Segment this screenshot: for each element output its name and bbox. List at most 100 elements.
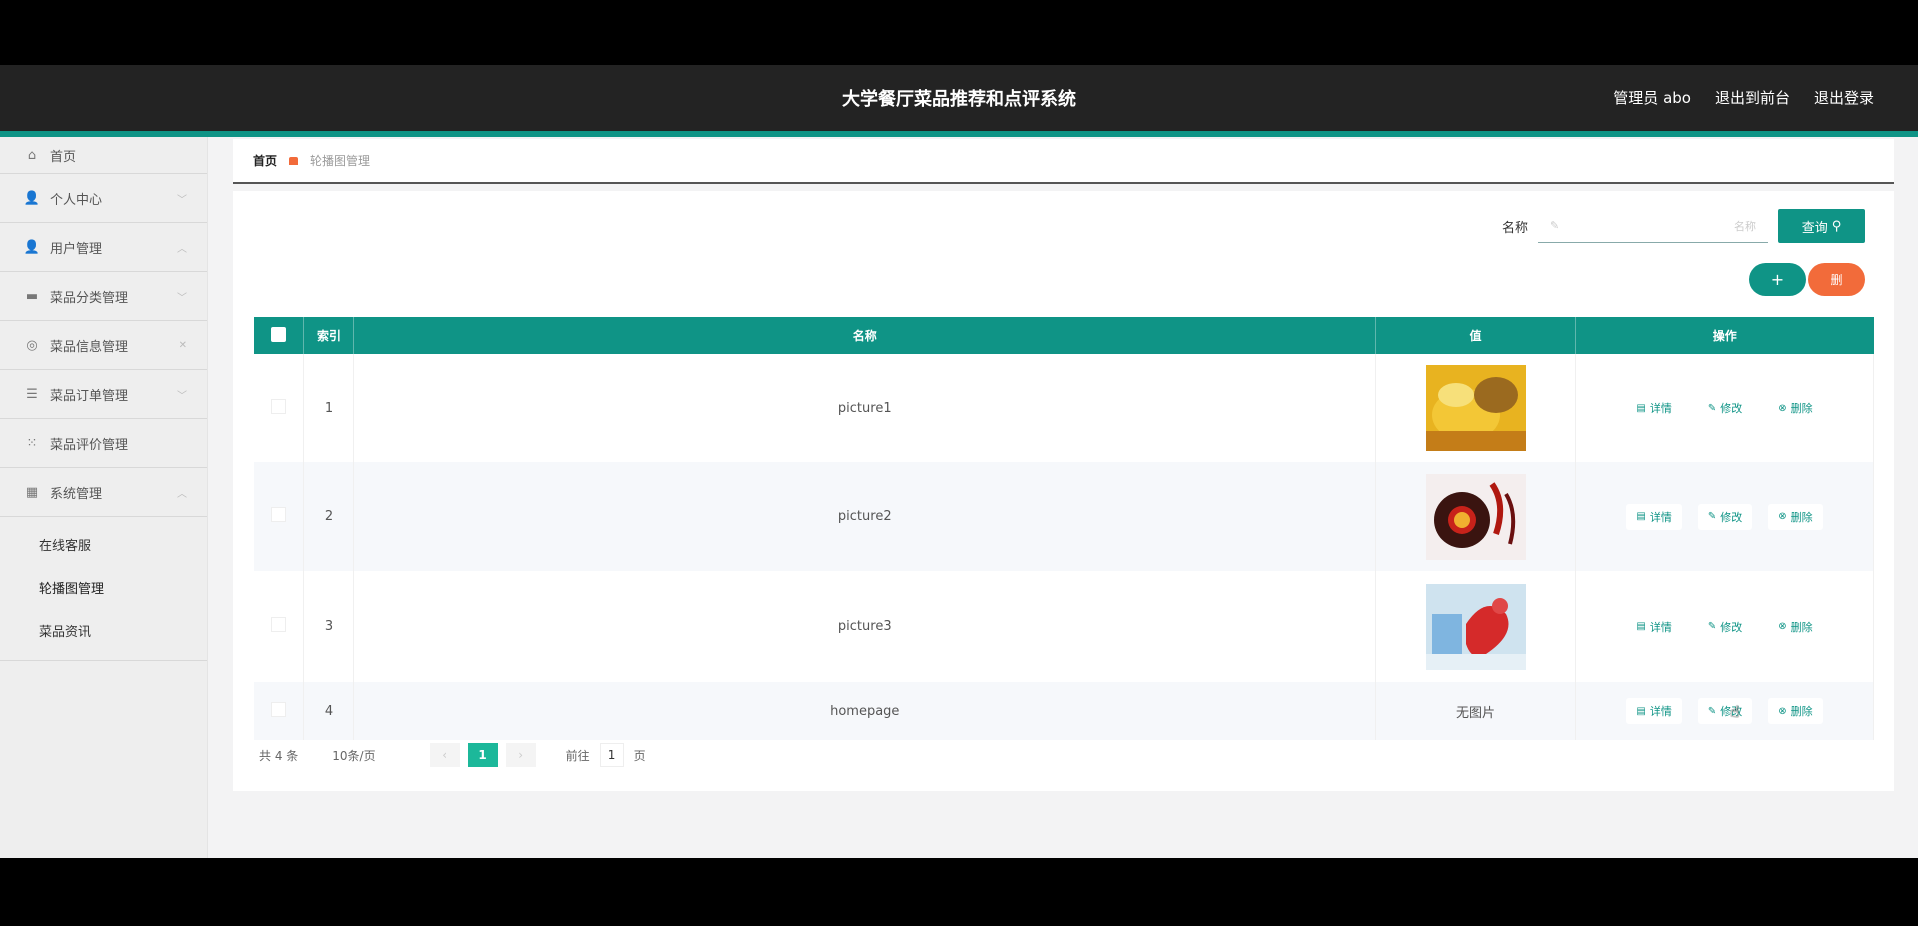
row-name: picture2 xyxy=(353,462,1377,571)
edit-button[interactable]: ✎ 修改 xyxy=(1697,698,1753,724)
data-table: 索引 名称 值 操作 1 picture1 ▤ 详情 ✎ 修改 ⊗ 删除 2 p… xyxy=(254,317,1874,740)
remove-button[interactable]: ⊗ 删除 xyxy=(1768,698,1823,724)
row-checkbox[interactable] xyxy=(271,617,287,632)
edit-button[interactable]: ✎ 修改 xyxy=(1697,613,1753,640)
remove-button[interactable]: ⊗ 删除 xyxy=(1768,395,1823,421)
search-button[interactable]: 查询 ⚲ xyxy=(1778,209,1865,243)
row-checkbox-cell xyxy=(254,354,305,462)
column-header-actions: 操作 xyxy=(1712,329,1737,343)
detail-label: 详情 xyxy=(1649,620,1672,634)
detail-button[interactable]: ▤ 详情 xyxy=(1626,613,1682,640)
exit-to-front-link[interactable]: 退出到前台 xyxy=(1715,87,1790,108)
sidebar-item-label: 首页 xyxy=(50,149,77,165)
sidebar-item-reviews[interactable]: ⁙ 菜品评价管理 xyxy=(0,419,207,468)
row-checkbox[interactable] xyxy=(271,398,287,414)
column-header-name: 名称 xyxy=(353,317,1377,354)
logout-link[interactable]: 退出登录 xyxy=(1814,87,1874,108)
column-header-index: 索引 xyxy=(303,317,355,354)
remove-label: 删除 xyxy=(1790,402,1813,415)
content-panel: 名称 ✎ 名称 查询 ⚲ + 删 索引 名称 值 操作 1 picture1 ▤… xyxy=(233,191,1894,791)
row-name: picture1 xyxy=(353,354,1377,462)
row-checkbox[interactable] xyxy=(271,701,287,717)
top-header: 大学餐厅菜品推荐和点评系统 管理员 abo 退出到前台 退出登录 xyxy=(0,65,1918,131)
row-checkbox[interactable] xyxy=(271,507,287,522)
sidebar-item-label: 菜品分类管理 xyxy=(50,290,129,306)
pencil-icon: ✎ xyxy=(1707,705,1717,717)
page-unit-label: 页 xyxy=(633,748,646,763)
edit-button[interactable]: ✎ 修改 xyxy=(1697,503,1753,530)
doc-icon: ▤ xyxy=(1636,621,1646,632)
main-area: 首页 轮播图管理 名称 ✎ 名称 查询 ⚲ + 删 索引 名称 值 操作 1 p… xyxy=(233,139,1894,858)
chevron-up-icon: ︿ xyxy=(177,488,187,500)
search-icon: ⚲ xyxy=(1831,218,1842,234)
sidebar-item-carousel[interactable]: 轮播图管理 xyxy=(0,566,207,609)
admin-user-label[interactable]: 管理员 abo xyxy=(1613,87,1691,108)
system-submenu: 在线客服 轮播图管理 菜品资讯 xyxy=(0,517,207,661)
row-name: homepage xyxy=(353,682,1377,740)
sidebar-item-orders[interactable]: ☰ 菜品订单管理 ﹀ xyxy=(0,370,207,419)
breadcrumb: 首页 轮播图管理 xyxy=(233,139,1894,184)
row-index: 2 xyxy=(303,462,355,571)
close-icon: ✕ xyxy=(178,339,187,351)
chevron-down-icon: ﹀ xyxy=(177,194,187,206)
sidebar-item-home[interactable]: ⌂ 首页 xyxy=(0,137,207,174)
prev-page-button[interactable]: ‹ xyxy=(429,743,460,767)
pencil-icon: ✎ xyxy=(1707,511,1717,522)
row-actions-cell: ▤ 详情 ✎ 修改 ⊗ 删除 xyxy=(1575,682,1874,740)
detail-button[interactable]: ▤ 详情 xyxy=(1626,395,1682,421)
pencil-icon: ✎ xyxy=(1707,402,1717,414)
sidebar-item-dish-info[interactable]: ◎ 菜品信息管理 ✕ xyxy=(0,321,207,370)
chevron-down-icon: ﹀ xyxy=(177,292,187,304)
trash-icon: ⊗ xyxy=(1778,402,1787,414)
sidebar-item-profile[interactable]: 👤 个人中心 ﹀ xyxy=(0,174,207,223)
sidebar-item-label: 用户管理 xyxy=(50,241,103,257)
dish-image-blue xyxy=(1425,583,1526,670)
table-row: 4 homepage 无图片 ▤ 详情 ✎ 修改 ⊗ 删除 xyxy=(254,682,1874,740)
goto-page-input[interactable]: 1 xyxy=(599,743,624,767)
table-row: 1 picture1 ▤ 详情 ✎ 修改 ⊗ 删除 xyxy=(254,354,1874,462)
breadcrumb-home[interactable]: 首页 xyxy=(253,152,277,169)
pencil-icon: ✎ xyxy=(1707,621,1717,632)
remove-button[interactable]: ⊗ 删除 xyxy=(1768,613,1823,640)
chevron-down-icon: ﹀ xyxy=(177,390,187,402)
detail-button[interactable]: ▤ 详情 xyxy=(1626,503,1682,530)
sidebar-item-users[interactable]: 👤 用户管理 ︿ xyxy=(0,223,207,272)
search-input[interactable]: ✎ 名称 xyxy=(1538,209,1768,243)
row-index: 4 xyxy=(303,682,355,740)
select-all-checkbox[interactable] xyxy=(271,326,287,342)
remove-button[interactable]: ⊗ 删除 xyxy=(1768,503,1823,530)
next-page-button[interactable]: › xyxy=(505,743,536,767)
sidebar-item-system[interactable]: ▦ 系统管理 ︿ xyxy=(0,468,207,517)
edit-icon: ✎ xyxy=(1550,219,1560,232)
sidebar-item-label: 菜品信息管理 xyxy=(50,339,129,355)
breadcrumb-current: 轮播图管理 xyxy=(310,154,371,168)
add-button[interactable]: + xyxy=(1749,263,1806,296)
page-number-button[interactable]: 1 xyxy=(467,743,498,767)
sidebar-item-news[interactable]: 菜品资讯 xyxy=(0,609,207,652)
dish-image-yellow xyxy=(1425,365,1526,451)
list-icon: ☰ xyxy=(26,386,38,402)
page-size-select[interactable]: 10条/页 xyxy=(332,747,375,764)
trash-icon: ⊗ xyxy=(1778,621,1787,632)
sidebar-item-label: 系统管理 xyxy=(50,486,103,502)
search-placeholder: 名称 xyxy=(1734,219,1756,233)
app-window: 大学餐厅菜品推荐和点评系统 管理员 abo 退出到前台 退出登录 ⌂ 首页 👤 … xyxy=(0,65,1918,858)
goto-page: 前往 1 页 xyxy=(566,743,646,767)
row-index: 1 xyxy=(303,354,355,462)
goto-label: 前往 xyxy=(565,748,590,763)
remove-label: 删除 xyxy=(1790,705,1813,718)
edit-label: 修改 xyxy=(1720,510,1743,524)
chevron-up-icon: ︿ xyxy=(177,243,187,255)
detail-button[interactable]: ▤ 详情 xyxy=(1626,698,1682,724)
breadcrumb-separator-icon xyxy=(289,156,299,165)
sidebar-item-online-service[interactable]: 在线客服 xyxy=(0,523,207,566)
delete-button[interactable]: 删 xyxy=(1808,263,1865,296)
select-all-cell xyxy=(254,317,305,354)
doc-icon: ▤ xyxy=(1636,705,1646,717)
trash-icon: ⊗ xyxy=(1778,511,1787,522)
sidebar-item-category[interactable]: ▬ 菜品分类管理 ﹀ xyxy=(0,272,207,321)
search-label: 名称 xyxy=(1501,220,1528,236)
row-value-cell xyxy=(1375,462,1577,571)
edit-button[interactable]: ✎ 修改 xyxy=(1697,395,1753,421)
detail-label: 详情 xyxy=(1649,705,1672,718)
